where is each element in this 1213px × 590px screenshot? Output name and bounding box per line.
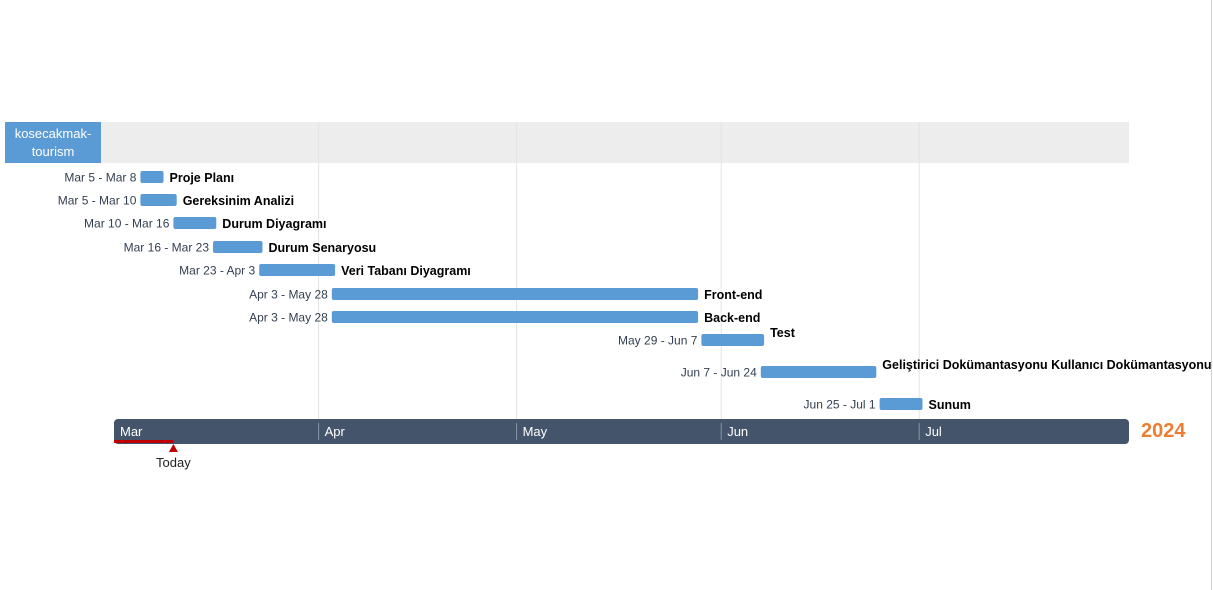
task-bar bbox=[259, 264, 336, 276]
task-range-label: Apr 3 - May 28 bbox=[249, 311, 328, 325]
month-label: Mar bbox=[120, 424, 143, 439]
task-bar bbox=[331, 311, 699, 323]
task-range-label: Mar 5 - Mar 8 bbox=[64, 171, 136, 185]
task-range-label: Jun 7 - Jun 24 bbox=[681, 366, 757, 380]
task-name-label: Back-end bbox=[704, 311, 760, 325]
header-band bbox=[101, 122, 1129, 163]
task-name-label: Gereksinim Analizi bbox=[183, 194, 294, 208]
task-name-label: Geliştirici Dokümantasyonu Kullanıcı Dok… bbox=[882, 358, 1211, 372]
task-bar bbox=[173, 217, 217, 229]
task-name-label: Test bbox=[770, 326, 796, 340]
task-bar bbox=[760, 366, 877, 378]
task-bar bbox=[140, 194, 177, 206]
today-marker-icon bbox=[168, 444, 178, 452]
task-name-label: Veri Tabanı Diyagramı bbox=[341, 264, 471, 278]
task-range-label: Mar 16 - Mar 23 bbox=[124, 241, 210, 255]
today-label: Today bbox=[156, 455, 191, 470]
task-range-label: Apr 3 - May 28 bbox=[249, 288, 328, 302]
task-bar bbox=[701, 334, 765, 346]
task-name-label: Proje Planı bbox=[170, 171, 235, 185]
task-name-label: Front-end bbox=[704, 288, 762, 302]
today-progress-line bbox=[114, 440, 174, 443]
task-range-label: Mar 10 - Mar 16 bbox=[84, 217, 170, 231]
task-name-label: Sunum bbox=[929, 398, 971, 412]
month-label: Jul bbox=[925, 424, 942, 439]
task-range-label: May 29 - Jun 7 bbox=[618, 334, 698, 348]
month-label: Apr bbox=[325, 424, 346, 439]
task-range-label: Mar 23 - Apr 3 bbox=[179, 264, 255, 278]
task-bar bbox=[331, 288, 699, 300]
task-bar bbox=[213, 241, 263, 253]
task-range-label: Mar 5 - Mar 10 bbox=[58, 194, 137, 208]
task-name-label: Durum Senaryosu bbox=[269, 241, 377, 255]
month-label: Jun bbox=[727, 424, 748, 439]
task-range-label: Jun 25 - Jul 1 bbox=[804, 398, 876, 412]
task-name-label: Durum Diyagramı bbox=[222, 217, 326, 231]
task-bar bbox=[879, 398, 923, 410]
gantt-chart: Mar 5 - Mar 8 Proje Planı Mar 5 - Mar 10 Ge… bbox=[58, 122, 1212, 470]
month-label: May bbox=[523, 424, 548, 439]
task-bar bbox=[140, 171, 164, 183]
timeline-axis bbox=[114, 419, 1129, 444]
